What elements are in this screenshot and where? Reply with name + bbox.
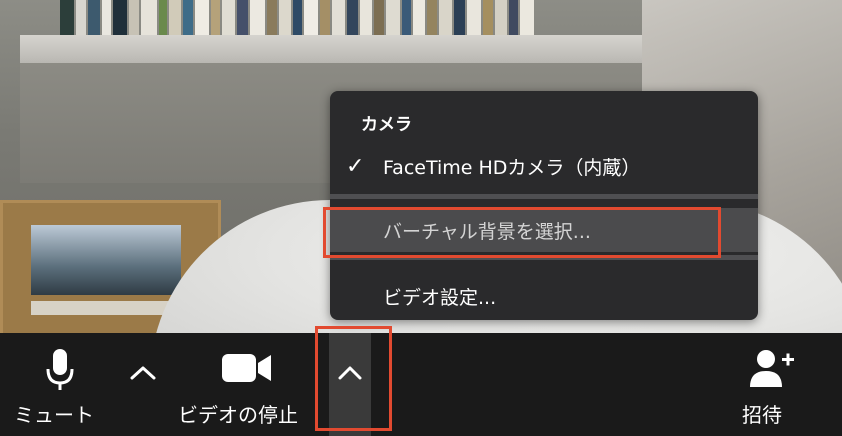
photo (31, 225, 181, 295)
menu-divider (330, 255, 758, 260)
stop-video-label: ビデオの停止 (178, 403, 298, 427)
video-camera-icon (222, 354, 271, 382)
photo-caption-plate (31, 301, 181, 315)
invite-button[interactable]: 招待 (730, 333, 820, 436)
video-options-menu: カメラ ✓ FaceTime HDカメラ（内蔵） バーチャル背景を選択... ビ… (330, 91, 758, 320)
meeting-window: カメラ ✓ FaceTime HDカメラ（内蔵） バーチャル背景を選択... ビ… (0, 0, 842, 436)
bookshelf-books (60, 0, 740, 36)
menu-item-video-settings[interactable]: ビデオ設定... (330, 276, 758, 316)
menu-item-label: FaceTime HDカメラ（内蔵） (383, 156, 641, 179)
mute-label: ミュート (14, 403, 94, 427)
menu-item-label: バーチャル背景を選択... (383, 220, 591, 243)
menu-item-virtual-background[interactable]: バーチャル背景を選択... (330, 208, 758, 252)
chevron-up-icon (338, 366, 362, 380)
add-person-icon (750, 350, 794, 387)
chevron-up-icon[interactable] (128, 363, 158, 381)
invite-label: 招待 (742, 403, 782, 427)
menu-item-facetime-camera[interactable]: ✓ FaceTime HDカメラ（内蔵） (330, 144, 758, 188)
video-options-toggle[interactable] (329, 333, 371, 436)
menu-item-label: ビデオ設定... (383, 286, 497, 309)
stop-video-button[interactable]: ビデオの停止 (170, 333, 318, 436)
checkmark-icon: ✓ (346, 154, 365, 179)
microphone-icon (46, 349, 74, 390)
menu-divider (330, 194, 758, 199)
menu-heading-camera: カメラ (361, 115, 412, 135)
mute-button[interactable]: ミュート (10, 333, 110, 436)
meeting-toolbar: ミュート ビデオの停止 招待 (0, 333, 842, 436)
bookshelf-board (20, 35, 730, 63)
